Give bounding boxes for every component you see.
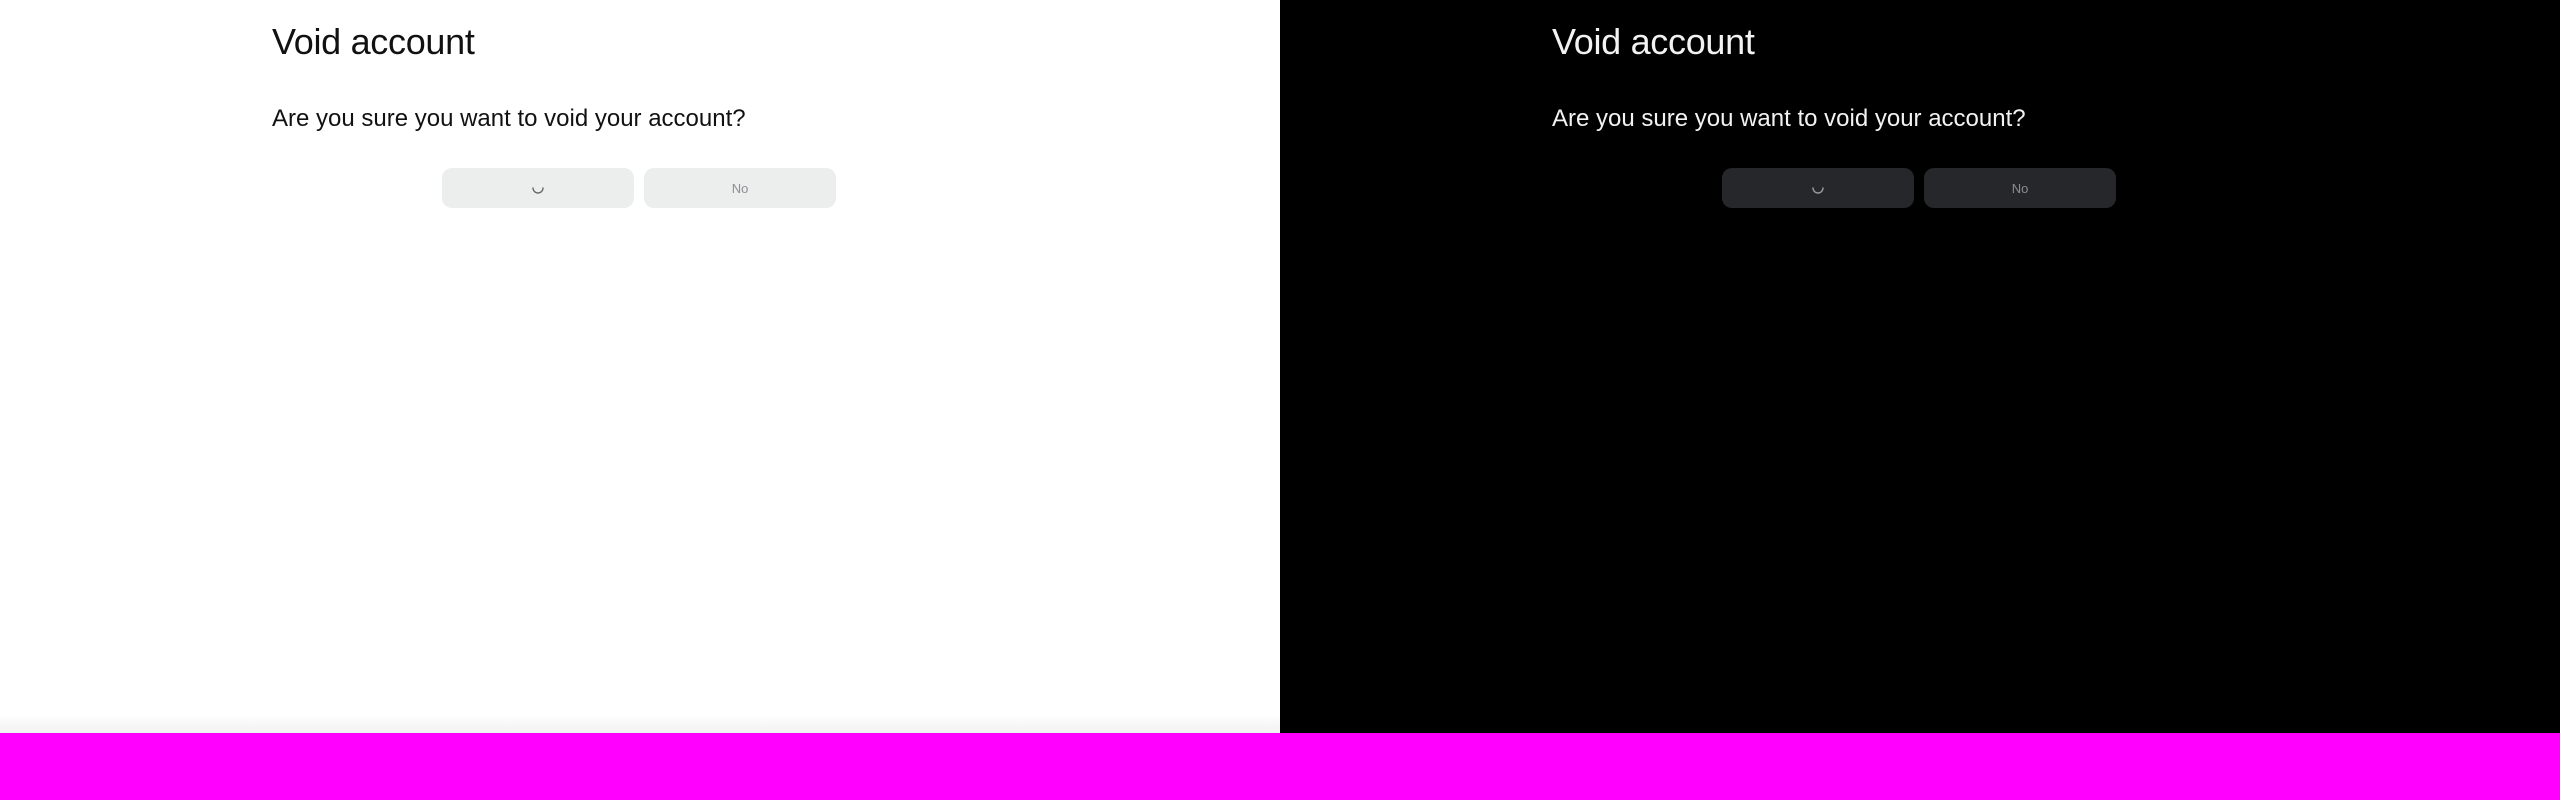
dialog-message: Are you sure you want to void your accou… — [272, 105, 746, 132]
light-theme-panel: Void account Are you sure you want to vo… — [0, 0, 1280, 733]
loading-spinner-icon — [531, 182, 545, 196]
dialog-title: Void account — [272, 21, 475, 62]
dialog-actions: No — [442, 168, 836, 208]
no-button[interactable]: No — [1924, 168, 2116, 208]
screenshot-stage: Void account Are you sure you want to vo… — [0, 0, 2560, 800]
bottom-bar — [0, 733, 2560, 800]
dialog-message: Are you sure you want to void your accou… — [1552, 105, 2026, 132]
dialog-title: Void account — [1552, 21, 1755, 62]
dark-theme-panel: Void account Are you sure you want to vo… — [1280, 0, 2560, 733]
yes-button-loading[interactable] — [442, 168, 634, 208]
no-button[interactable]: No — [644, 168, 836, 208]
yes-button-loading[interactable] — [1722, 168, 1914, 208]
loading-spinner-icon — [1811, 182, 1825, 196]
dialog-actions: No — [1722, 168, 2116, 208]
